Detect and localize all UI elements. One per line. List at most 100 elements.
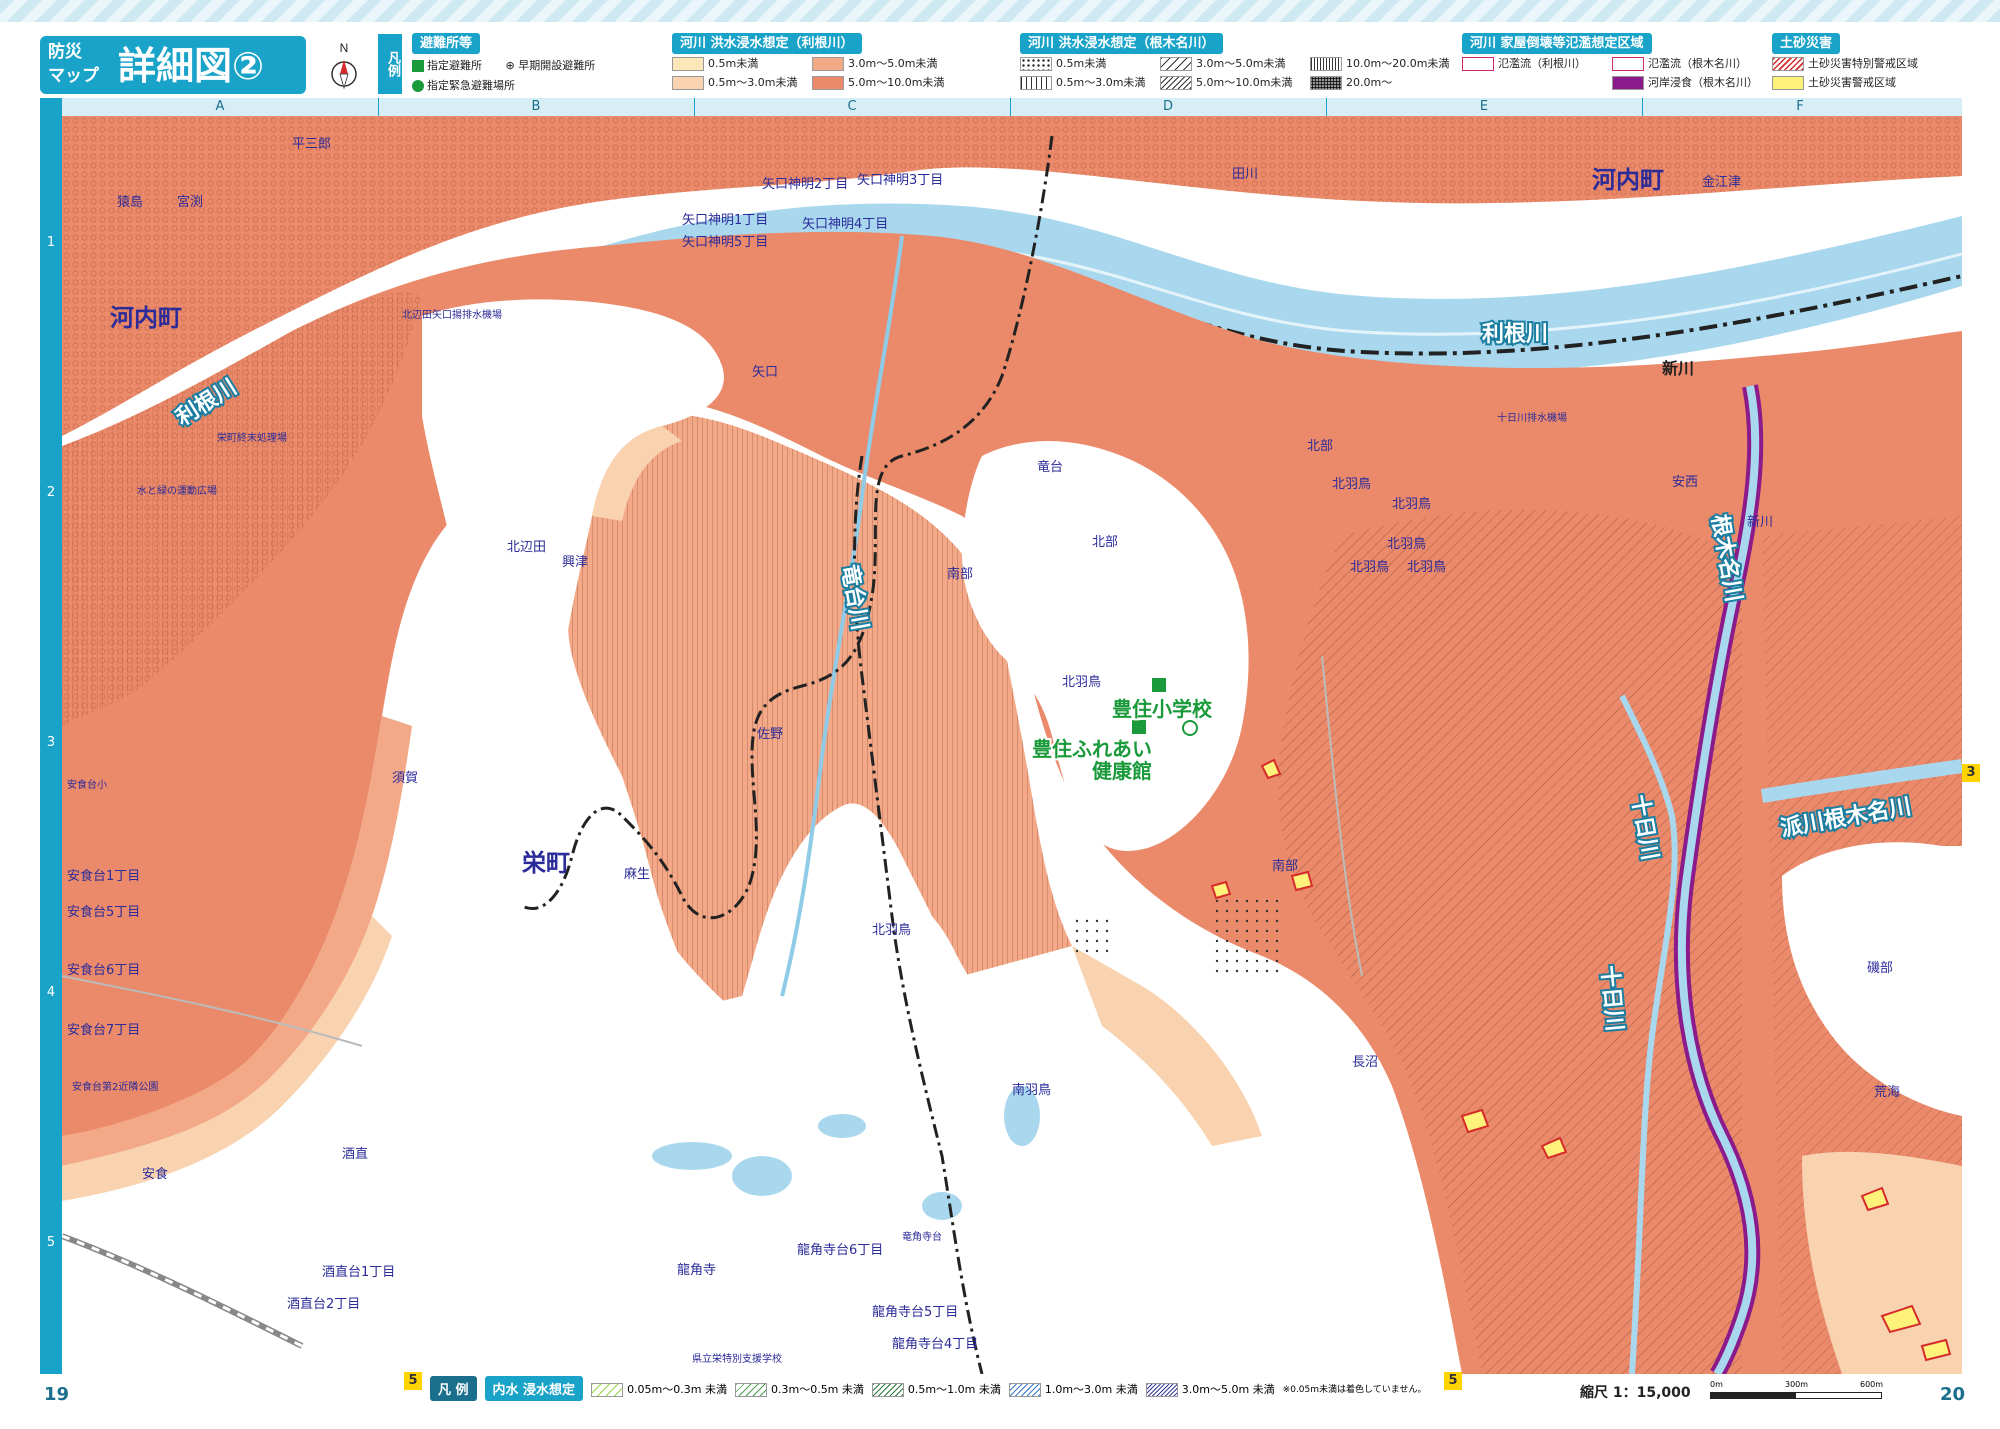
legend-tone-item: 3.0m～5.0m未満 [848, 57, 938, 70]
swatch-nekina-1 [1020, 57, 1052, 71]
early-shelter-icon: ⊕ [505, 59, 515, 72]
grid-row: 4 [46, 985, 56, 1000]
legend-tone-item: 5.0m～10.0m未満 [848, 76, 945, 89]
grid-col: E [1326, 98, 1643, 116]
legend-tone-item: 0.5m未満 [708, 57, 759, 70]
place-label: 竜角寺台 [902, 1230, 942, 1243]
legend-tone-item: 0.5m～3.0m未満 [708, 76, 798, 89]
footer-legend: 凡 例 内水 浸水想定 0.05m～0.3m 未満 0.3m～0.5m 未満 0… [430, 1376, 1426, 1401]
place-label: 竜台 [1037, 460, 1063, 475]
town-label: 河内町 [110, 304, 182, 332]
swatch-collapse-nekina [1612, 57, 1644, 71]
place-label: 安食台7丁目 [67, 1022, 140, 1038]
legend-shelters-heading: 避難所等 [412, 33, 481, 54]
grid-col: C [694, 98, 1011, 116]
page-ref-badge[interactable]: 5 [1444, 1372, 1462, 1390]
footer-inundation-item: 0.05m～0.3m 未満 [627, 1382, 727, 1396]
place-label: 矢口神明3丁目 [857, 173, 943, 188]
place-label: 北羽鳥 [872, 923, 911, 938]
place-label: 北羽鳥 [1407, 560, 1446, 575]
legend-collapse-item: 氾濫流（根木名川） [1648, 57, 1747, 70]
place-label: 矢口神明4丁目 [802, 217, 888, 232]
legend-shelters: 避難所等 指定避難所 ⊕ 早期開設避難所 指定緊急避難場所 [412, 32, 672, 96]
top-stripe [0, 0, 2000, 22]
station-label: 新川 [1662, 359, 1694, 378]
footer-inundation-tag: 内水 浸水想定 [484, 1376, 584, 1401]
footer-legend-tag: 凡 例 [430, 1376, 477, 1401]
legend-tone-flood: 河川 洪水浸水想定（利根川） 0.5m未満 3.0m～5.0m未満 0.5m～3… [672, 32, 972, 96]
place-label: 北羽鳥 [1387, 537, 1426, 552]
page-number-right: 20 [1940, 1384, 1966, 1405]
page-number-left: 19 [44, 1384, 70, 1405]
swatch-inner-5 [1145, 1382, 1178, 1397]
footer-inundation-item: 1.0m～3.0m 未満 [1044, 1382, 1138, 1396]
grid-row: 5 [46, 1235, 56, 1250]
place-label: 酒直台1丁目 [322, 1265, 395, 1280]
place-label: 栄町終末処理場 [217, 431, 287, 444]
legend-collapse-item: 河岸浸食（根木名川） [1648, 76, 1758, 89]
place-label: 矢口神明2丁目 [762, 177, 848, 192]
swatch-tone-4 [812, 76, 844, 90]
legend-nekina-heading: 河川 洪水浸水想定（根木名川） [1020, 33, 1223, 54]
shelter-icon [412, 60, 424, 72]
legend-collapse-item: 氾濫流（利根川） [1498, 57, 1586, 70]
place-label: 安食台1丁目 [67, 868, 140, 884]
footer-inundation-item: 0.3m～0.5m 未満 [770, 1382, 864, 1396]
grid-row: 3 [46, 735, 56, 750]
legend-nekina-item: 0.5m～3.0m未満 [1056, 76, 1146, 89]
place-label: 磯部 [1867, 961, 1893, 976]
legend-nekina-item: 0.5m未満 [1056, 57, 1107, 70]
grid-row: 2 [46, 485, 56, 500]
place-label: 南部 [1272, 858, 1298, 874]
place-label: 荒海 [1874, 1085, 1900, 1100]
swatch-tone-1 [672, 57, 704, 71]
place-label: 安西 [1672, 475, 1698, 490]
place-label: 龍角寺台4丁目 [892, 1336, 978, 1352]
legend-landslide-item: 土砂災害警戒区域 [1808, 76, 1896, 89]
place-label: 県立栄特別支援学校 [692, 1352, 782, 1365]
grid-col: F [1796, 99, 1804, 114]
swatch-nekina-2 [1020, 76, 1052, 90]
place-label: 龍角寺台5丁目 [872, 1304, 958, 1320]
place-label: 金江津 [1702, 174, 1741, 190]
place-label: 安食台第2近隣公園 [72, 1080, 158, 1093]
place-label: 北羽鳥 [1392, 497, 1431, 512]
footer-note: ※0.05m未満は着色していません。 [1282, 1385, 1427, 1395]
evac-place-icon [412, 80, 424, 92]
legend-nekina-flood: 河川 洪水浸水想定（根木名川） 0.5m未満 3.0m～5.0m未満 10.0m… [1020, 32, 1450, 96]
place-label: 矢口神明5丁目 [682, 235, 768, 250]
place-label: 佐野 [757, 727, 783, 742]
town-label: 河内町 [1592, 166, 1664, 194]
swatch-tone-2 [672, 76, 704, 90]
scale-bar: 0m 300m 600m [1710, 1380, 1883, 1399]
early-shelter-icon[interactable] [1182, 720, 1198, 736]
legend-nekina-item: 20.0m～ [1346, 76, 1393, 89]
place-label: 北辺田矢口揚排水機場 [402, 308, 502, 321]
swatch-nekina-3 [1160, 57, 1192, 71]
place-label: 北部 [1092, 535, 1118, 550]
swatch-landslide-warning [1772, 76, 1804, 90]
swatch-nekina-5 [1310, 57, 1342, 71]
place-label: 宮渕 [177, 194, 203, 210]
page-title: 詳細図② [118, 44, 265, 88]
page-ref-badge[interactable]: 3 [1962, 764, 1980, 782]
place-label: 北羽鳥 [1062, 675, 1101, 690]
place-label: 安食台5丁目 [67, 904, 140, 920]
swatch-inner-4 [1008, 1382, 1041, 1397]
shelter-icon[interactable] [1132, 720, 1146, 734]
scale-label: 縮尺 1：15,000 [1580, 1385, 1691, 1401]
place-label: 酒直 [342, 1147, 368, 1162]
swatch-tone-3 [812, 57, 844, 71]
place-label: 麻生 [624, 867, 650, 882]
compass-letter: N [340, 41, 349, 55]
place-label: 龍角寺台6丁目 [797, 1242, 883, 1258]
place-label: 猿島 [117, 195, 143, 210]
legend-landslide-heading: 土砂災害 [1772, 33, 1841, 54]
place-label: 南部 [947, 566, 973, 582]
place-label: 水と緑の運動広場 [137, 484, 217, 497]
river-label: 利根川 [1482, 322, 1548, 347]
hazard-map[interactable]: 河内町 河内町 栄町 利根川 利根川 竜台川 根木名川 十日川 十日川 派川根木… [62, 116, 1962, 1374]
shelter-icon[interactable] [1152, 678, 1166, 692]
shelter-label: 豊住小学校 [1112, 697, 1213, 721]
page-ref-badge[interactable]: 5 [404, 1372, 422, 1390]
